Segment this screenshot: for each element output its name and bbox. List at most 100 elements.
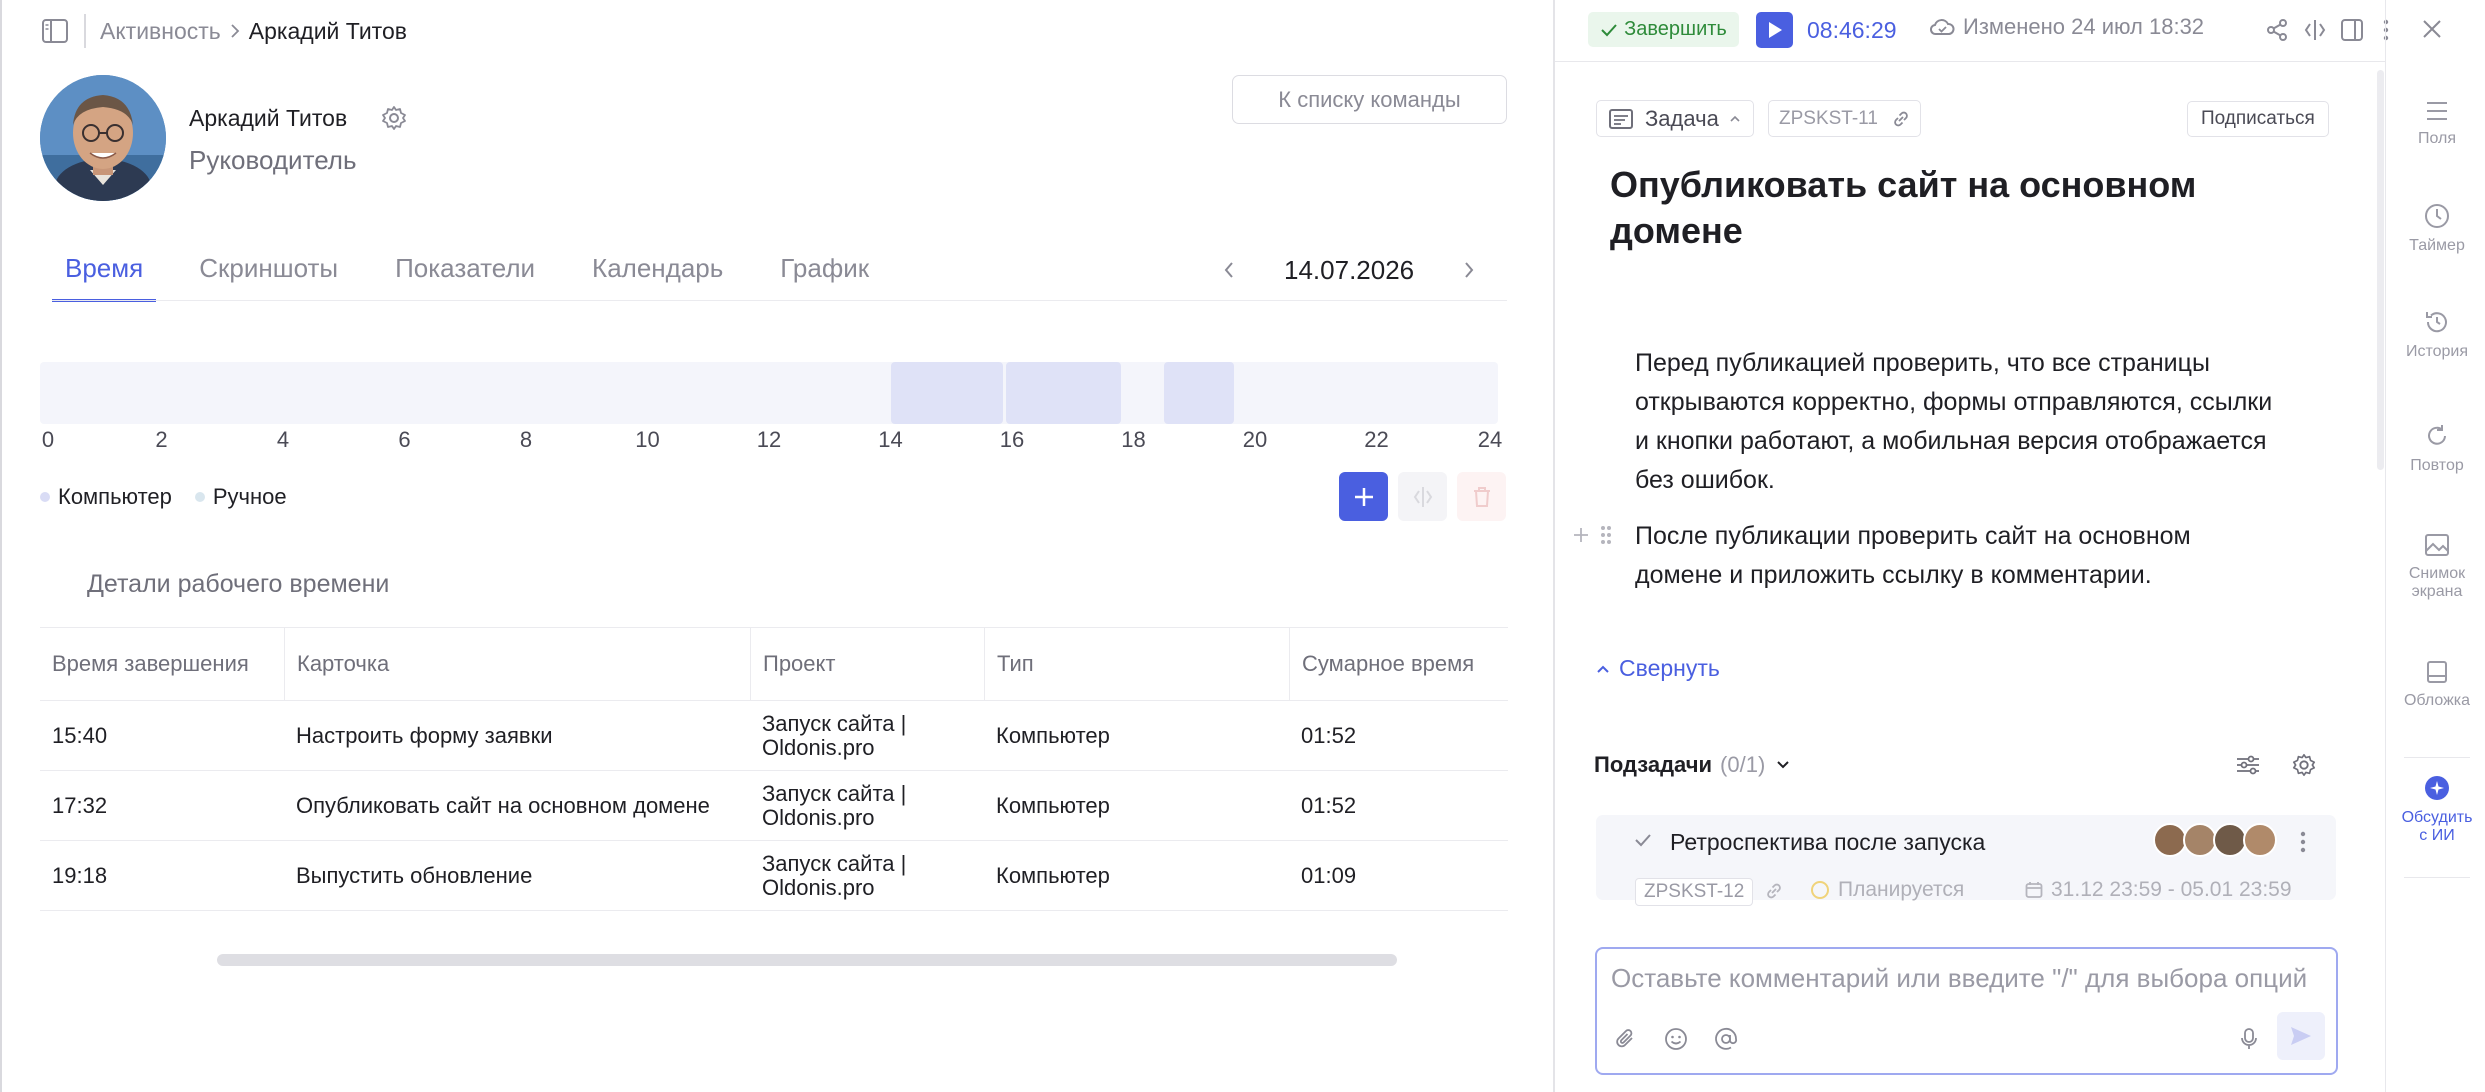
drag-handle-icon[interactable] xyxy=(1599,524,1613,546)
link-icon[interactable] xyxy=(1892,109,1910,129)
subtask-name[interactable]: Ретроспектива после запуска xyxy=(1670,829,1985,856)
table-header: Время завершения Карточка Проект Тип Сум… xyxy=(40,627,1508,701)
vertical-scrollbar[interactable] xyxy=(2377,70,2384,470)
card-name[interactable]: Выпустить обновление xyxy=(284,841,750,910)
panel-icon[interactable] xyxy=(2341,18,2363,42)
card-name[interactable]: Опубликовать сайт на основном домене xyxy=(284,771,750,840)
timeline-tick-label: 18 xyxy=(1121,427,1146,452)
subtasks-header[interactable]: Подзадачи (0/1) xyxy=(1594,752,1791,778)
play-icon xyxy=(1767,21,1783,39)
tab-calendar[interactable]: Календарь xyxy=(578,250,737,302)
column-header[interactable]: Сумарное время xyxy=(1289,628,1508,700)
subtask-dates[interactable]: 31.12 23:59 - 05.01 23:59 xyxy=(2025,878,2292,902)
side-item-label: Снимок экрана xyxy=(2408,565,2466,600)
project-name: Запуск сайта | Oldonis.pro xyxy=(750,841,984,910)
subtask-checkbox[interactable] xyxy=(1633,831,1653,849)
plus-icon[interactable] xyxy=(1571,525,1591,545)
side-item-screenshot[interactable]: Снимок экрана xyxy=(2386,533,2485,601)
current-date[interactable]: 14.07.2026 xyxy=(1284,255,1414,286)
mention-icon[interactable] xyxy=(1714,1027,1738,1051)
tab-screenshots[interactable]: Скриншоты xyxy=(185,250,352,302)
chevron-up-icon xyxy=(1595,663,1611,675)
horizontal-scrollbar[interactable] xyxy=(217,954,1397,966)
legend-dot-computer xyxy=(40,492,50,502)
sidebar-toggle-icon[interactable] xyxy=(42,19,68,43)
project-line: Oldonis.pro xyxy=(762,734,875,760)
split-view-icon[interactable] xyxy=(2303,18,2327,42)
play-button[interactable] xyxy=(1756,12,1793,48)
timeline-tick-label: 2 xyxy=(155,427,168,452)
task-type-select[interactable]: Задача xyxy=(1596,100,1754,137)
table-row[interactable]: 17:32 Опубликовать сайт на основном доме… xyxy=(40,771,1508,841)
timeline-tick-label: 12 xyxy=(756,427,782,452)
task-description-paragraph[interactable]: После публикации проверить сайт на основ… xyxy=(1635,517,2275,595)
legend: Компьютер Ручное xyxy=(40,484,287,510)
chevron-left-icon[interactable] xyxy=(1222,260,1236,280)
task-description-paragraph[interactable]: Перед публикацией проверить, что все стр… xyxy=(1635,344,2275,500)
link-icon[interactable] xyxy=(1765,881,1783,901)
emoji-icon[interactable] xyxy=(1664,1027,1688,1051)
chevron-right-icon[interactable] xyxy=(1462,260,1476,280)
more-vertical-icon[interactable] xyxy=(2299,830,2307,854)
filter-icon[interactable] xyxy=(2235,753,2261,777)
table-row[interactable]: 15:40 Настроить форму заявки Запуск сайт… xyxy=(40,701,1508,771)
tab-time[interactable]: Время xyxy=(52,250,157,302)
add-time-button[interactable] xyxy=(1339,472,1388,521)
subtask-code[interactable]: ZPSKST-12 xyxy=(1635,878,1754,906)
microphone-icon[interactable] xyxy=(2240,1027,2258,1051)
timeline-tick-label: 6 xyxy=(398,427,411,452)
timeline-tick-label: 16 xyxy=(999,427,1025,452)
subtask-status[interactable]: Планируется xyxy=(1810,878,1964,902)
status-circle-icon xyxy=(1810,880,1830,900)
column-header[interactable]: Проект xyxy=(750,628,984,700)
divider xyxy=(2404,877,2470,878)
gear-icon[interactable] xyxy=(2291,752,2317,778)
tab-metrics[interactable]: Показатели xyxy=(381,250,549,302)
split-icon xyxy=(1411,485,1435,509)
user-role: Руководитель xyxy=(189,145,357,175)
side-item-label: Таймер xyxy=(2409,237,2465,254)
comment-box[interactable]: Оставьте комментарий или введите "/" для… xyxy=(1595,947,2338,1075)
project-line: Запуск сайта | xyxy=(762,710,907,736)
delete-button[interactable] xyxy=(1457,472,1506,521)
finish-button[interactable]: Завершить xyxy=(1588,12,1739,47)
side-item-timer[interactable]: Таймер xyxy=(2386,203,2485,255)
breadcrumb-parent[interactable]: Активность xyxy=(100,18,221,45)
column-header[interactable]: Карточка xyxy=(284,628,750,700)
side-item-ai[interactable]: Обсудить с ИИ xyxy=(2386,775,2485,845)
project-line: Запуск сайта | xyxy=(762,780,907,806)
breadcrumb-current: Аркадий Титов xyxy=(248,17,407,44)
cover-icon xyxy=(2426,660,2448,684)
send-button[interactable] xyxy=(2277,1012,2325,1060)
table-row[interactable]: 19:18 Выпустить обновление Запуск сайта … xyxy=(40,841,1508,911)
attach-icon[interactable] xyxy=(1615,1027,1637,1051)
side-item-cover[interactable]: Обложка xyxy=(2386,660,2485,710)
timeline-bar[interactable] xyxy=(40,362,1498,424)
time-segment[interactable] xyxy=(1005,362,1122,424)
time-segment[interactable] xyxy=(890,362,1003,424)
task-code[interactable]: ZPSKST-11 xyxy=(1768,100,1921,137)
side-item-repeat[interactable]: Повтор xyxy=(2386,423,2485,475)
split-button[interactable] xyxy=(1398,472,1447,521)
share-icon[interactable] xyxy=(2266,18,2288,42)
timeline-tick-label: 20 xyxy=(1242,427,1268,452)
modified-text: Изменено 24 июл 18:32 xyxy=(1963,14,2205,39)
column-header[interactable]: Тип xyxy=(984,628,1289,700)
comment-input[interactable]: Оставьте комментарий или введите "/" для… xyxy=(1611,963,2307,994)
divider xyxy=(2404,757,2470,758)
tab-schedule[interactable]: График xyxy=(766,250,883,302)
time-type: Компьютер xyxy=(996,722,1110,748)
card-name[interactable]: Настроить форму заявки xyxy=(284,701,750,770)
column-header[interactable]: Время завершения xyxy=(40,628,284,700)
side-item-fields[interactable]: Поля xyxy=(2386,100,2485,148)
trash-icon xyxy=(1470,485,1494,509)
team-list-button[interactable]: К списку команды xyxy=(1232,75,1507,124)
gear-icon[interactable] xyxy=(380,104,408,132)
chevron-down-icon xyxy=(1775,759,1791,771)
subscribe-button[interactable]: Подписаться xyxy=(2187,101,2329,137)
side-item-history[interactable]: История xyxy=(2386,309,2485,361)
time-segment[interactable] xyxy=(1163,362,1234,424)
task-title[interactable]: Опубликовать сайт на основном домене xyxy=(1610,162,2250,254)
check-icon xyxy=(1600,22,1618,38)
collapse-button[interactable]: Свернуть xyxy=(1595,655,1720,682)
